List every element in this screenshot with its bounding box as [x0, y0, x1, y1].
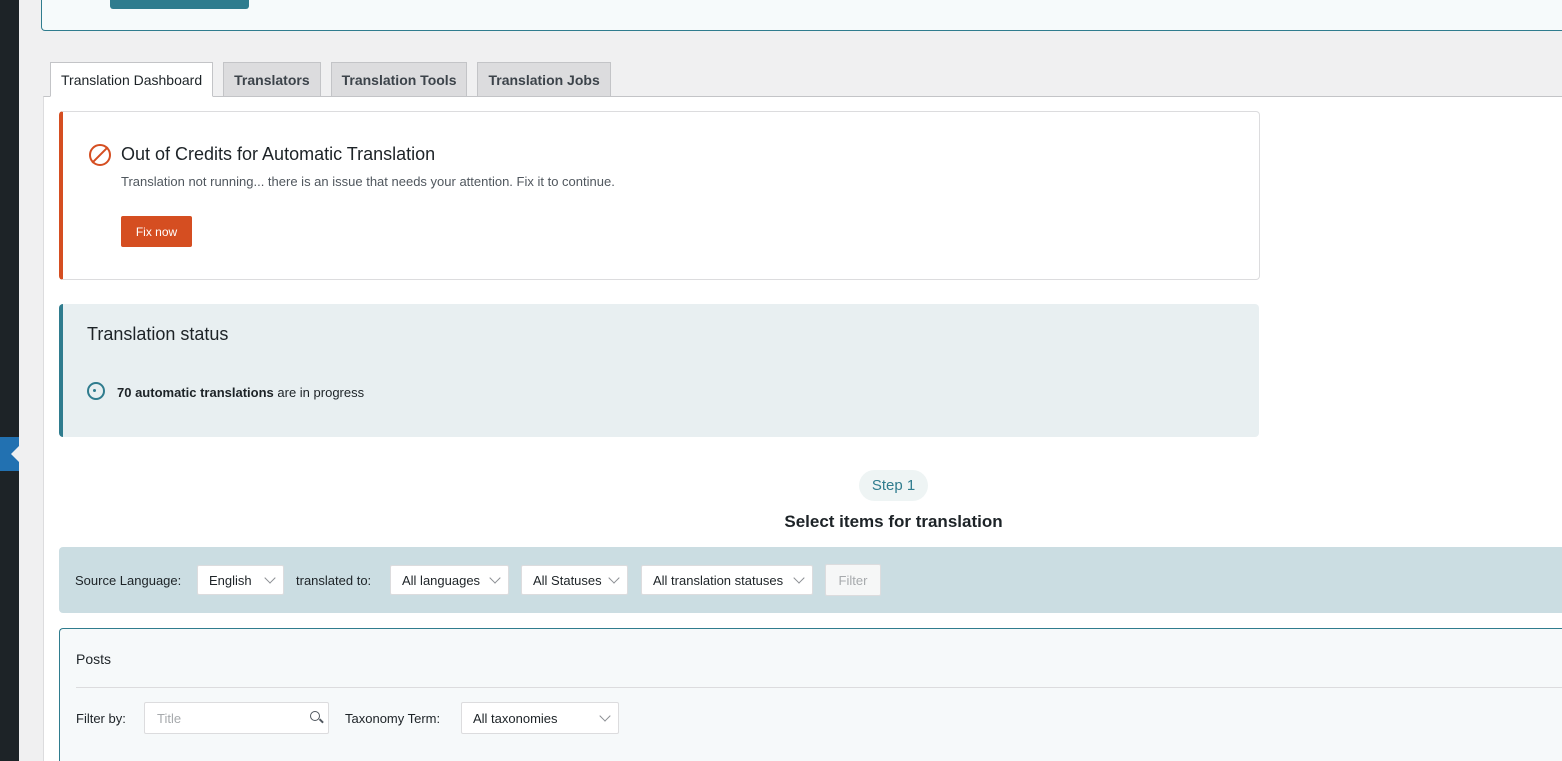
status-line: 70 automatic translations are in progres… — [117, 385, 364, 400]
chevron-down-icon — [489, 572, 501, 584]
chevron-down-icon — [264, 572, 276, 584]
tab-translation-jobs[interactable]: Translation Jobs — [477, 62, 611, 97]
step-badge: Step 1 — [859, 470, 928, 501]
notice-title: Out of Credits for Automatic Translation — [121, 144, 436, 164]
top-notice — [41, 0, 1562, 31]
admin-sidebar — [0, 0, 19, 761]
filter-by-label: Filter by: — [76, 711, 126, 726]
target-languages-value: All languages — [402, 572, 481, 588]
post-status-value: All Statuses — [533, 572, 602, 588]
fix-now-button[interactable]: Fix now — [121, 216, 192, 247]
translated-to-label: translated to: — [296, 573, 372, 588]
search-icon[interactable] — [310, 711, 320, 721]
tab-translation-tools[interactable]: Translation Tools — [330, 62, 468, 97]
status-title: Translation status — [87, 324, 229, 344]
filter-bar: Source Language: English translated to: … — [59, 547, 1562, 613]
source-language-select[interactable]: English — [197, 565, 284, 595]
source-language-value: English — [209, 572, 252, 588]
spinner-icon — [87, 382, 105, 400]
chevron-down-icon — [599, 710, 611, 722]
taxonomy-value: All taxonomies — [473, 710, 558, 726]
status-suffix: are in progress — [273, 385, 365, 400]
taxonomy-select[interactable]: All taxonomies — [461, 702, 619, 734]
ban-icon — [89, 144, 111, 166]
translation-status-value: All translation statuses — [653, 572, 784, 588]
posts-title: Posts — [76, 651, 112, 667]
chevron-down-icon — [608, 572, 620, 584]
posts-section: Posts Filter by: Taxonomy Term: All taxo… — [59, 628, 1562, 761]
tab-bar: Translation Dashboard Translators Transl… — [50, 62, 611, 97]
filter-button[interactable]: Filter — [825, 564, 881, 596]
status-count: 70 automatic translations — [117, 385, 274, 400]
source-language-label: Source Language: — [75, 573, 182, 588]
translation-status-box: Translation status 70 automatic translat… — [59, 304, 1259, 437]
tab-translators[interactable]: Translators — [223, 62, 321, 97]
target-languages-select[interactable]: All languages — [390, 565, 509, 595]
tab-translation-dashboard[interactable]: Translation Dashboard — [50, 62, 214, 97]
translation-status-select[interactable]: All translation statuses — [641, 565, 813, 595]
top-notice-button[interactable] — [110, 0, 249, 9]
admin-menu-active-indicator[interactable] — [0, 437, 19, 471]
taxonomy-term-label: Taxonomy Term: — [345, 711, 441, 726]
step-title: Select items for translation — [784, 512, 1003, 531]
post-status-select[interactable]: All Statuses — [521, 565, 628, 595]
divider — [76, 687, 1562, 688]
chevron-down-icon — [793, 572, 805, 584]
out-of-credits-notice: Out of Credits for Automatic Translation… — [59, 111, 1260, 280]
title-search-input[interactable] — [144, 702, 329, 734]
notice-message: Translation not running... there is an i… — [121, 174, 615, 189]
